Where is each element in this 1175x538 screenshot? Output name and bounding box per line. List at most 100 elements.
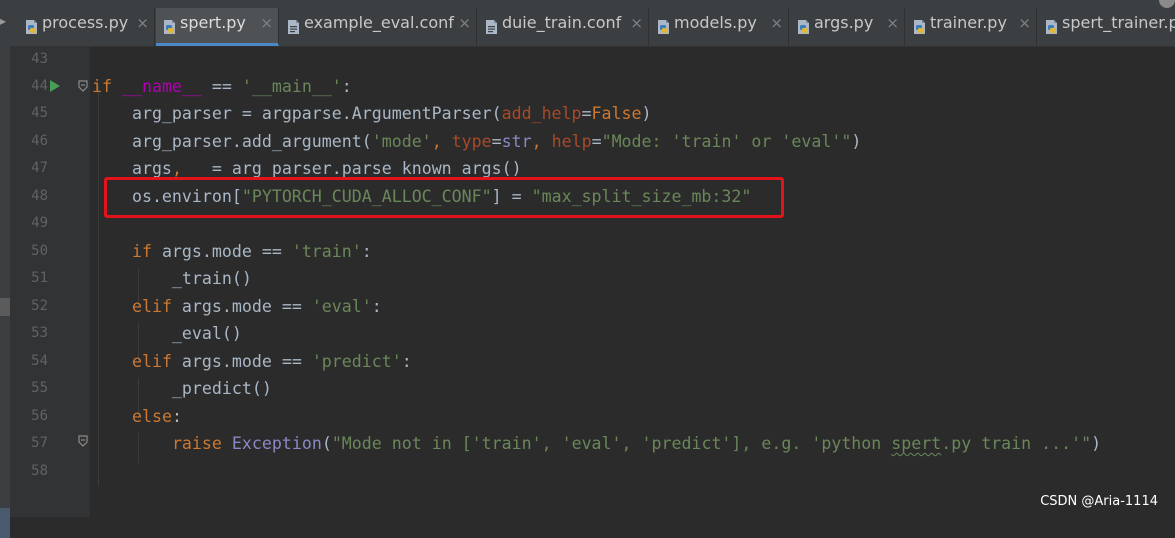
tab-trainer-py[interactable]: trainer.py ×: [906, 8, 1037, 46]
line-number: 50: [31, 243, 48, 259]
code-token: "Mode not in ['train', 'eval', 'predict'…: [331, 434, 892, 453]
tab-example-eval-conf[interactable]: example_eval.conf ×: [280, 8, 477, 46]
code-token: "Mode: 'train' or 'eval'": [601, 132, 852, 151]
code-line: else:: [92, 407, 182, 427]
tab-label: models.py: [674, 13, 757, 32]
close-tab-icon[interactable]: ×: [260, 8, 273, 38]
line-number: 53: [31, 325, 48, 341]
code-line: _predict(): [92, 379, 272, 399]
line-number: 56: [31, 408, 48, 424]
code-token: False: [591, 104, 642, 123]
fold-start-icon[interactable]: [77, 80, 89, 92]
close-tab-icon[interactable]: ×: [1018, 8, 1031, 38]
tab-spert-trainer-py[interactable]: spert_trainer.py: [1038, 8, 1175, 46]
code-token: add_help: [501, 104, 582, 123]
code-token: args: [92, 159, 172, 178]
line-number: 54: [31, 353, 48, 369]
line-number: 55: [31, 380, 48, 396]
code-token: else: [131, 407, 172, 426]
tab-label: example_eval.conf: [304, 13, 454, 32]
line-number: 52: [31, 298, 48, 314]
python-file-icon: [24, 15, 39, 34]
code-token: :: [371, 297, 382, 316]
tab-args-py[interactable]: args.py ×: [790, 8, 905, 46]
code-token: elif: [131, 352, 172, 371]
python-file-icon: [796, 15, 811, 34]
tab-label: trainer.py: [930, 13, 1007, 32]
code-token: ): [1091, 434, 1102, 453]
close-tab-icon[interactable]: ×: [136, 8, 149, 38]
tab-scroll-left-icon[interactable]: ▸: [0, 14, 6, 28]
code-line: _eval(): [92, 324, 242, 344]
line-number: 48: [31, 188, 48, 204]
code-token: help: [551, 132, 592, 151]
close-tab-icon[interactable]: ×: [886, 8, 899, 38]
tab-label: duie_train.conf: [502, 13, 622, 32]
code-line: args, _ = arg_parser.parse_known_args(): [92, 159, 522, 179]
code-line: if args.mode == 'train':: [92, 242, 372, 262]
code-line: if __name__ == '__main__':: [92, 77, 352, 97]
python-file-icon: [1044, 15, 1059, 34]
code-token: ,: [431, 132, 452, 151]
close-tab-icon[interactable]: ×: [770, 8, 783, 38]
code-token: arg_parser = argparse.ArgumentParser(: [92, 104, 502, 123]
tab-label: spert.py: [180, 13, 246, 32]
code-token: =: [491, 132, 502, 151]
tab-label: args.py: [814, 13, 874, 32]
annotation-highlight-box: [104, 177, 784, 218]
code-token: elif: [131, 297, 172, 316]
code-token: if: [131, 242, 152, 261]
close-tab-icon[interactable]: ×: [458, 8, 471, 38]
code-token: if: [92, 77, 112, 96]
code-token: args.mode ==: [171, 352, 312, 371]
tab-duie-train-conf[interactable]: duie_train.conf ×: [478, 8, 649, 46]
left-tool-strip: [0, 46, 10, 538]
code-token: _predict(): [92, 379, 272, 398]
code-token: :: [361, 242, 372, 261]
code-token: raise: [171, 434, 222, 453]
tab-spert-py[interactable]: spert.py ×: [156, 8, 279, 46]
code-token: :: [171, 407, 182, 426]
tab-process-py[interactable]: process.py ×: [18, 8, 155, 46]
code-token: spert: [891, 434, 942, 453]
python-file-icon: [912, 15, 927, 34]
tab-models-py[interactable]: models.py ×: [650, 8, 789, 46]
code-token: =: [581, 104, 592, 123]
code-token: (: [321, 434, 332, 453]
close-tab-icon[interactable]: ×: [630, 8, 643, 38]
watermark: CSDN @Aria-1114: [1040, 494, 1158, 509]
run-icon[interactable]: [49, 79, 61, 93]
code-token: ): [851, 132, 862, 151]
code-token: 'train': [291, 242, 362, 261]
line-number: 49: [31, 215, 48, 231]
line-number: 45: [31, 105, 48, 121]
tab-label: process.py: [42, 13, 129, 32]
code-line: elif args.mode == 'predict':: [92, 352, 412, 372]
line-number: 46: [31, 133, 48, 149]
code-line: arg_parser = argparse.ArgumentParser(add…: [92, 104, 652, 124]
fold-end-icon[interactable]: [77, 435, 89, 447]
code-token: ,: [531, 132, 552, 151]
line-number: 47: [31, 160, 48, 176]
code-token: 'eval': [311, 297, 372, 316]
tool-window-marker-active: [0, 508, 10, 538]
code-line: _train(): [92, 269, 252, 289]
line-number: 58: [31, 463, 48, 479]
code-line: raise Exception("Mode not in ['train', '…: [92, 434, 1101, 454]
code-line: arg_parser.add_argument('mode', type=str…: [92, 132, 861, 152]
code-token: ==: [201, 77, 242, 96]
code-token: args.mode ==: [151, 242, 292, 261]
code-token: =: [591, 132, 602, 151]
code-token: type: [451, 132, 492, 151]
python-file-icon: [162, 15, 177, 34]
line-number-gutter: 43 44 45 46 47 48 49 50 51 52 53 54 55 56 57 58: [10, 46, 90, 517]
code-token: ): [641, 104, 652, 123]
code-token: .py train ...'": [941, 434, 1092, 453]
python-file-icon: [656, 15, 671, 34]
code-token: Exception: [231, 434, 322, 453]
tool-window-marker: [0, 298, 10, 316]
code-token: 'mode': [371, 132, 432, 151]
